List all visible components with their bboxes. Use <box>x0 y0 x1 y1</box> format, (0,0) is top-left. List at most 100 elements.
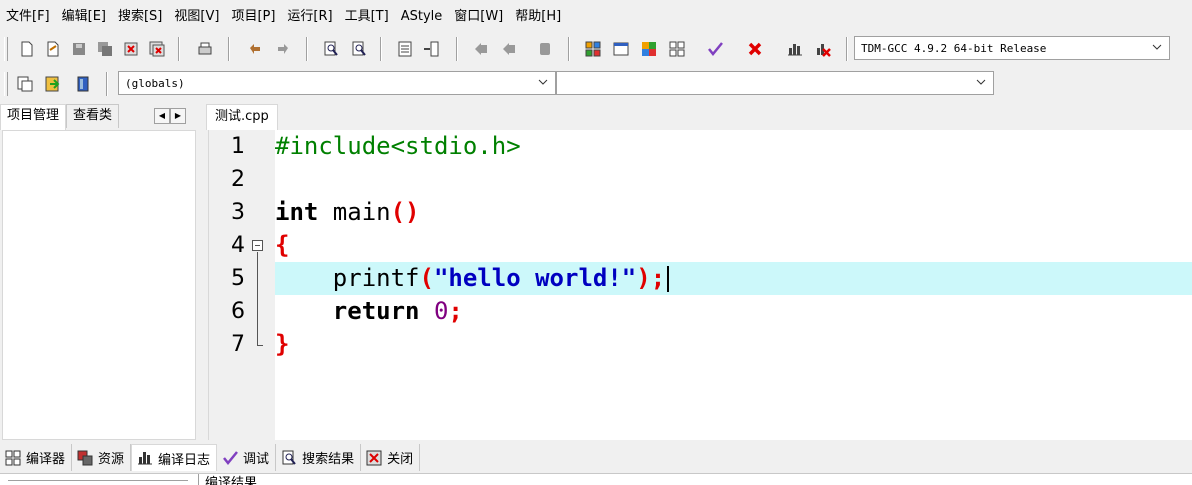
code-line-6: return 0; <box>275 295 1192 328</box>
symbol: ( <box>419 264 434 292</box>
tab-search-results[interactable]: 搜索结果 <box>276 444 362 471</box>
new-file-icon[interactable] <box>16 38 38 60</box>
toolbar-grip[interactable] <box>4 37 8 61</box>
panel-tabs: 项目管理 查看类 <box>0 104 120 130</box>
class-browser-icon[interactable] <box>72 73 94 95</box>
symbol: } <box>275 330 290 358</box>
print-icon[interactable] <box>194 38 216 60</box>
fold-guide <box>257 252 258 345</box>
tab-resources[interactable]: 资源 <box>72 444 132 471</box>
menu-file[interactable]: 文件[F] <box>0 6 56 28</box>
compiler-select[interactable]: TDM-GCC 4.9.2 64-bit Release <box>854 36 1170 60</box>
save-all-icon[interactable] <box>94 38 116 60</box>
bookmark-toggle-icon[interactable] <box>534 38 556 60</box>
find-icon[interactable] <box>320 38 342 60</box>
code-editor[interactable]: 1 2 3 4 5 6 7 #include<stdio.h> int main… <box>208 130 1192 440</box>
tab-compile-log-label: 编译日志 <box>158 452 211 468</box>
menu-astyle[interactable]: AStyle <box>395 6 449 28</box>
code-line-3: int main() <box>275 196 1192 229</box>
bottom-tabs: 编译器 资源 编译日志 调试 搜索结果 关闭 <box>0 444 421 472</box>
tab-project-manager[interactable]: 项目管理 <box>0 104 67 130</box>
scroll-left-icon[interactable]: ◀ <box>154 108 170 124</box>
undo-icon[interactable] <box>244 38 266 60</box>
compile-icon[interactable] <box>582 38 604 60</box>
scroll-right-icon[interactable]: ▶ <box>170 108 186 124</box>
stop-execution-icon[interactable] <box>744 38 766 60</box>
code-line-1: #include<stdio.h> <box>275 130 1192 163</box>
code-line-7: } <box>275 328 1192 361</box>
symbol: () <box>390 198 420 226</box>
member-select[interactable] <box>556 71 994 95</box>
tab-class-view[interactable]: 查看类 <box>66 104 120 128</box>
open-file-icon[interactable] <box>42 38 64 60</box>
chevron-down-icon <box>538 79 548 85</box>
tab-close[interactable]: 关闭 <box>361 444 421 471</box>
menu-edit[interactable]: 编辑[E] <box>56 6 112 28</box>
tab-compiler[interactable]: 编译器 <box>0 444 73 471</box>
number-literal: 0 <box>433 297 449 325</box>
menu-help[interactable]: 帮助[H] <box>509 6 567 28</box>
fold-collapse-icon[interactable] <box>252 240 263 251</box>
toolbar-separator <box>456 37 458 61</box>
insert-icon[interactable] <box>14 73 36 95</box>
tab-compile-log[interactable]: 编译日志 <box>131 444 218 471</box>
menu-view[interactable]: 视图[V] <box>168 6 225 28</box>
bottom-panel: 编译结果 <box>0 473 1192 485</box>
project-panel: 项目管理 查看类 ◀ ▶ <box>0 104 198 442</box>
menu-project[interactable]: 项目[P] <box>225 6 281 28</box>
menu-tools[interactable]: 工具[T] <box>339 6 395 28</box>
syntax-check-icon[interactable] <box>704 38 726 60</box>
editor-area: 测试.cpp 1 2 3 4 5 6 7 #include<stdio.h> i… <box>200 104 1192 442</box>
symbol: ; <box>448 297 463 325</box>
preprocessor-directive: #include<stdio.h> <box>275 132 521 160</box>
line-number: 5 <box>231 266 245 291</box>
line-number: 2 <box>231 167 245 192</box>
project-tree[interactable] <box>2 130 196 440</box>
close-all-icon[interactable] <box>146 38 168 60</box>
toolbar-separator <box>106 72 108 96</box>
menu-run[interactable]: 运行[R] <box>281 6 338 28</box>
code-line-4: { <box>275 229 1192 262</box>
redo-icon[interactable] <box>272 38 294 60</box>
tab-debug[interactable]: 调试 <box>217 444 277 471</box>
tab-file[interactable]: 测试.cpp <box>206 104 278 130</box>
menu-bar: 文件[F] 编辑[E] 搜索[S] 视图[V] 项目[P] 运行[R] 工具[T… <box>0 6 567 28</box>
delete-profile-icon[interactable] <box>812 38 834 60</box>
tab-compiler-label: 编译器 <box>26 452 66 467</box>
menu-window[interactable]: 窗口[W] <box>448 6 509 28</box>
unindent-icon[interactable] <box>420 38 442 60</box>
globals-select[interactable]: (globals) <box>118 71 556 95</box>
profile-icon[interactable] <box>784 38 806 60</box>
bottom-left-box <box>8 480 188 485</box>
globals-select-value: (globals) <box>125 76 185 90</box>
toolbar-separator <box>380 37 382 61</box>
line-number: 3 <box>231 200 245 225</box>
menu-search[interactable]: 搜索[S] <box>112 6 168 28</box>
class-toolbar: (globals) <box>0 68 1192 102</box>
main-toolbar: TDM-GCC 4.9.2 64-bit Release <box>0 33 1192 67</box>
code-text[interactable]: #include<stdio.h> int main() { printf("h… <box>275 130 1192 440</box>
save-icon[interactable] <box>68 38 90 60</box>
bookmark-prev-icon[interactable] <box>470 38 492 60</box>
rebuild-icon[interactable] <box>666 38 688 60</box>
goto-icon[interactable] <box>42 73 64 95</box>
toolbar-separator <box>846 37 848 61</box>
toolbar-separator <box>306 37 308 61</box>
keyword: return <box>332 297 420 325</box>
run-icon[interactable] <box>610 38 632 60</box>
chevron-down-icon <box>1152 44 1162 50</box>
bookmark-next-icon[interactable] <box>498 38 520 60</box>
compile-run-icon[interactable] <box>638 38 660 60</box>
identifier: main <box>318 198 391 226</box>
indent-icon[interactable] <box>394 38 416 60</box>
close-file-icon[interactable] <box>120 38 142 60</box>
chevron-down-icon <box>976 79 986 85</box>
symbol: { <box>275 231 290 259</box>
keyword: int <box>275 198 319 226</box>
toolbar-separator <box>228 37 230 61</box>
line-number: 1 <box>231 134 245 159</box>
replace-icon[interactable] <box>348 38 370 60</box>
toolbar-grip[interactable] <box>4 72 8 96</box>
